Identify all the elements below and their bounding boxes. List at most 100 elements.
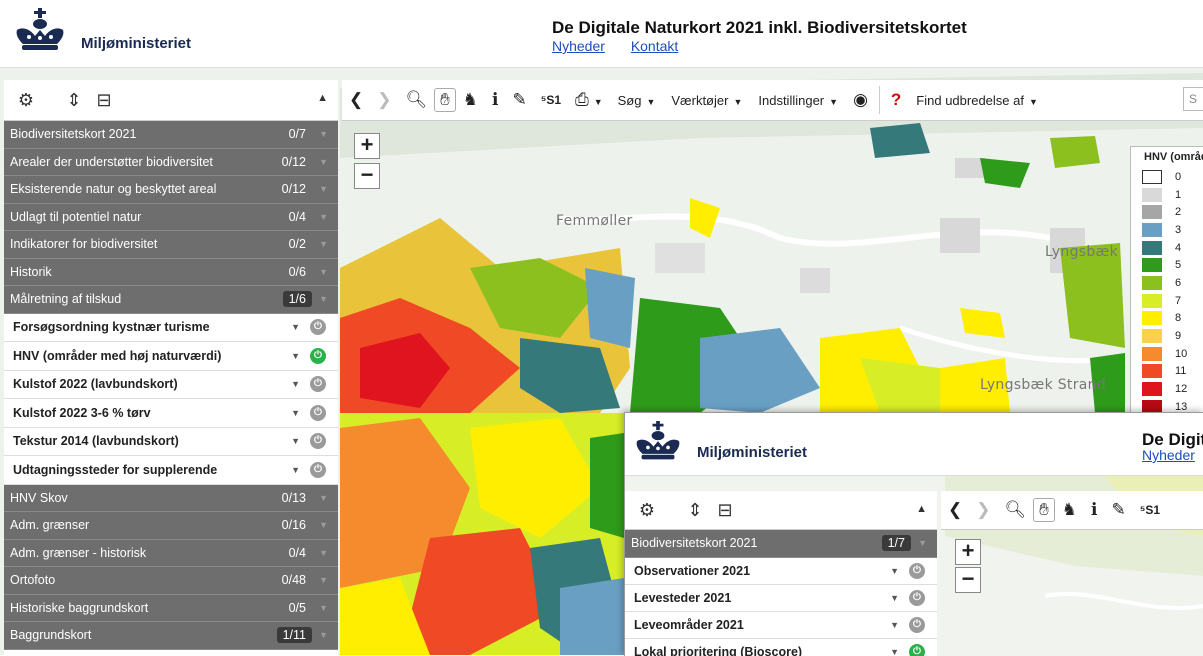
layer-row[interactable]: Udtagningssteder for supplerende▼⏻ [4,456,338,485]
legend-item: 0 [1131,168,1203,186]
layer-row[interactable]: Kulstof 2022 3-6 % tørv▼⏻ [4,399,338,428]
news-link-2[interactable]: Nyheder [1142,447,1195,463]
forward-icon[interactable]: ❯ [370,90,398,110]
pan-hand-icon[interactable]: ✋︎ [434,88,456,112]
category-count: 0/5 [289,601,306,615]
search-input[interactable]: S [1183,87,1203,111]
category-row[interactable]: HNV Skov0/13▼ [4,485,338,513]
locate-icon[interactable]: ◉ [846,90,875,110]
category-row[interactable]: Biodiversitetskort 20211/7▼ [625,530,937,558]
coordinate-icon[interactable]: ⁵S1 [534,93,568,107]
layer-options-dropdown-icon[interactable]: ▼ [890,620,899,630]
category-label: Ortofoto [10,573,55,587]
category-row[interactable]: Ortofoto0/48▼ [4,567,338,595]
zoom-search-icon[interactable]: 🔍︎ [399,90,435,110]
layer-options-dropdown-icon[interactable]: ▼ [291,408,300,418]
search-menu[interactable]: Søg▼ [610,93,664,108]
ruler-icon[interactable]: ✎ [1105,500,1133,520]
category-row[interactable]: Indikatorer for biodiversitet0/2▼ [4,231,338,259]
layer-label: Levesteder 2021 [634,591,731,605]
collapse-panel-icon[interactable]: ▲ [916,503,927,515]
compact-view-icon[interactable]: ⊟ [711,500,739,521]
layer-label: Observationer 2021 [634,564,750,578]
pan-hand-icon[interactable]: ✋︎ [1033,498,1055,522]
category-label: Adm. grænser [10,518,89,532]
layer-row[interactable]: Lokal prioritering (Bioscore)▼⏻ [625,639,937,656]
zoom-in-button[interactable]: + [354,133,380,159]
map-legend: HNV (områder 012345678910111213 [1130,146,1203,416]
expand-collapse-icon[interactable]: ⇕ [60,90,88,111]
layer-toggle-power-icon[interactable]: ⏻ [909,617,925,633]
info-icon[interactable]: ℹ [1084,500,1104,520]
legend-item: 7 [1131,292,1203,310]
back-icon[interactable]: ❮ [941,500,969,520]
news-link[interactable]: Nyheder [552,38,605,54]
forward-icon[interactable]: ❯ [969,500,997,520]
settings-gear-icon[interactable]: ⚙ [633,500,661,521]
zoom-out-button[interactable]: − [354,163,380,189]
layer-panel: ⚙ ⇕ ⊟ ▲ Biodiversitetskort 20210/7▼Areal… [4,80,338,655]
layer-toggle-power-icon[interactable]: ⏻ [909,563,925,579]
layer-row[interactable]: Observationer 2021 ▼ ⏻ [625,558,937,585]
layer-options-dropdown-icon[interactable]: ▼ [291,351,300,361]
category-row[interactable]: Udlagt til potentiel natur0/4▼ [4,204,338,232]
layer-options-dropdown-icon[interactable]: ▼ [890,566,899,576]
measure-icon[interactable]: ♞ [456,90,485,110]
layer-row[interactable]: Kulstof 2022 (lavbundskort)▼⏻ [4,371,338,400]
expand-collapse-icon[interactable]: ⇕ [681,500,709,521]
collapse-panel-icon[interactable]: ▲ [317,92,328,104]
layer-toggle-power-icon[interactable]: ⏻ [310,319,326,335]
layer-toggle-power-icon[interactable]: ⏻ [310,405,326,421]
category-row[interactable]: Eksisterende natur og beskyttet areal0/1… [4,176,338,204]
category-row[interactable]: Baggrundskort1/11▼ [4,622,338,650]
layer-toggle-power-icon[interactable]: ⏻ [310,348,326,364]
layer-toggle-power-icon[interactable]: ⏻ [310,433,326,449]
info-icon[interactable]: ℹ [485,90,505,110]
layer-row[interactable]: Leveområder 2021▼⏻ [625,612,937,639]
legend-item: 6 [1131,274,1203,292]
category-row[interactable]: Historik0/6▼ [4,259,338,287]
find-distribution-menu[interactable]: Find udbredelse af▼ [908,93,1046,108]
category-label: Målretning af tilskud [10,292,121,306]
layer-toggle-power-icon[interactable]: ⏻ [909,590,925,606]
layer-options-dropdown-icon[interactable]: ▼ [291,379,300,389]
layer-toggle-power-icon[interactable]: ⏻ [310,462,326,478]
settings-menu[interactable]: Indstillinger▼ [750,93,846,108]
layer-options-dropdown-icon[interactable]: ▼ [291,436,300,446]
layer-toggle-power-icon[interactable]: ⏻ [310,376,326,392]
legend-label: 2 [1175,206,1181,218]
category-count: 0/48 [282,573,306,587]
zoom-out-button-2[interactable]: − [955,567,981,593]
back-icon[interactable]: ❮ [342,90,370,110]
layer-label: Lokal prioritering (Bioscore) [634,645,802,656]
layer-row[interactable]: Levesteder 2021 ▼ ⏻ [625,585,937,612]
zoom-in-button-2[interactable]: + [955,539,981,565]
layer-options-dropdown-icon[interactable]: ▼ [291,465,300,475]
layer-toggle-power-icon[interactable]: ⏻ [909,644,925,656]
category-row[interactable]: Historiske baggrundskort0/5▼ [4,595,338,623]
category-row[interactable]: Biodiversitetskort 20210/7▼ [4,121,338,149]
print-icon[interactable]: ⎙▼ [568,90,610,110]
legend-item: 4 [1131,239,1203,257]
layer-row[interactable]: Forsøgsordning kystnær turisme▼⏻ [4,314,338,343]
ruler-icon[interactable]: ✎ [506,90,534,110]
layer-row[interactable]: HNV (områder med høj naturværdi)▼⏻ [4,342,338,371]
category-row[interactable]: Adm. grænser - historisk0/4▼ [4,540,338,568]
layer-options-dropdown-icon[interactable]: ▼ [291,322,300,332]
legend-label: 13 [1175,401,1187,413]
category-row[interactable]: Målretning af tilskud1/6▼ [4,286,338,314]
coordinate-icon[interactable]: ⁵S1 [1133,503,1167,517]
settings-gear-icon[interactable]: ⚙ [12,90,40,111]
zoom-search-icon[interactable]: 🔍︎ [998,500,1034,520]
help-icon[interactable]: ? [884,90,908,110]
tools-menu[interactable]: Værktøjer▼ [663,93,750,108]
measure-icon[interactable]: ♞ [1055,500,1084,520]
layer-panel-2: ⚙ ⇕ ⊟ ▲ Biodiversitetskort 20211/7▼ Obse… [625,491,937,656]
layer-row[interactable]: Tekstur 2014 (lavbundskort)▼⏻ [4,428,338,457]
category-row[interactable]: Arealer der understøtter biodiversitet0/… [4,149,338,177]
compact-view-icon[interactable]: ⊟ [90,90,118,111]
chevron-down-icon: ▼ [319,267,328,277]
layer-options-dropdown-icon[interactable]: ▼ [890,593,899,603]
category-row[interactable]: Adm. grænser0/16▼ [4,512,338,540]
contact-link[interactable]: Kontakt [631,38,678,54]
